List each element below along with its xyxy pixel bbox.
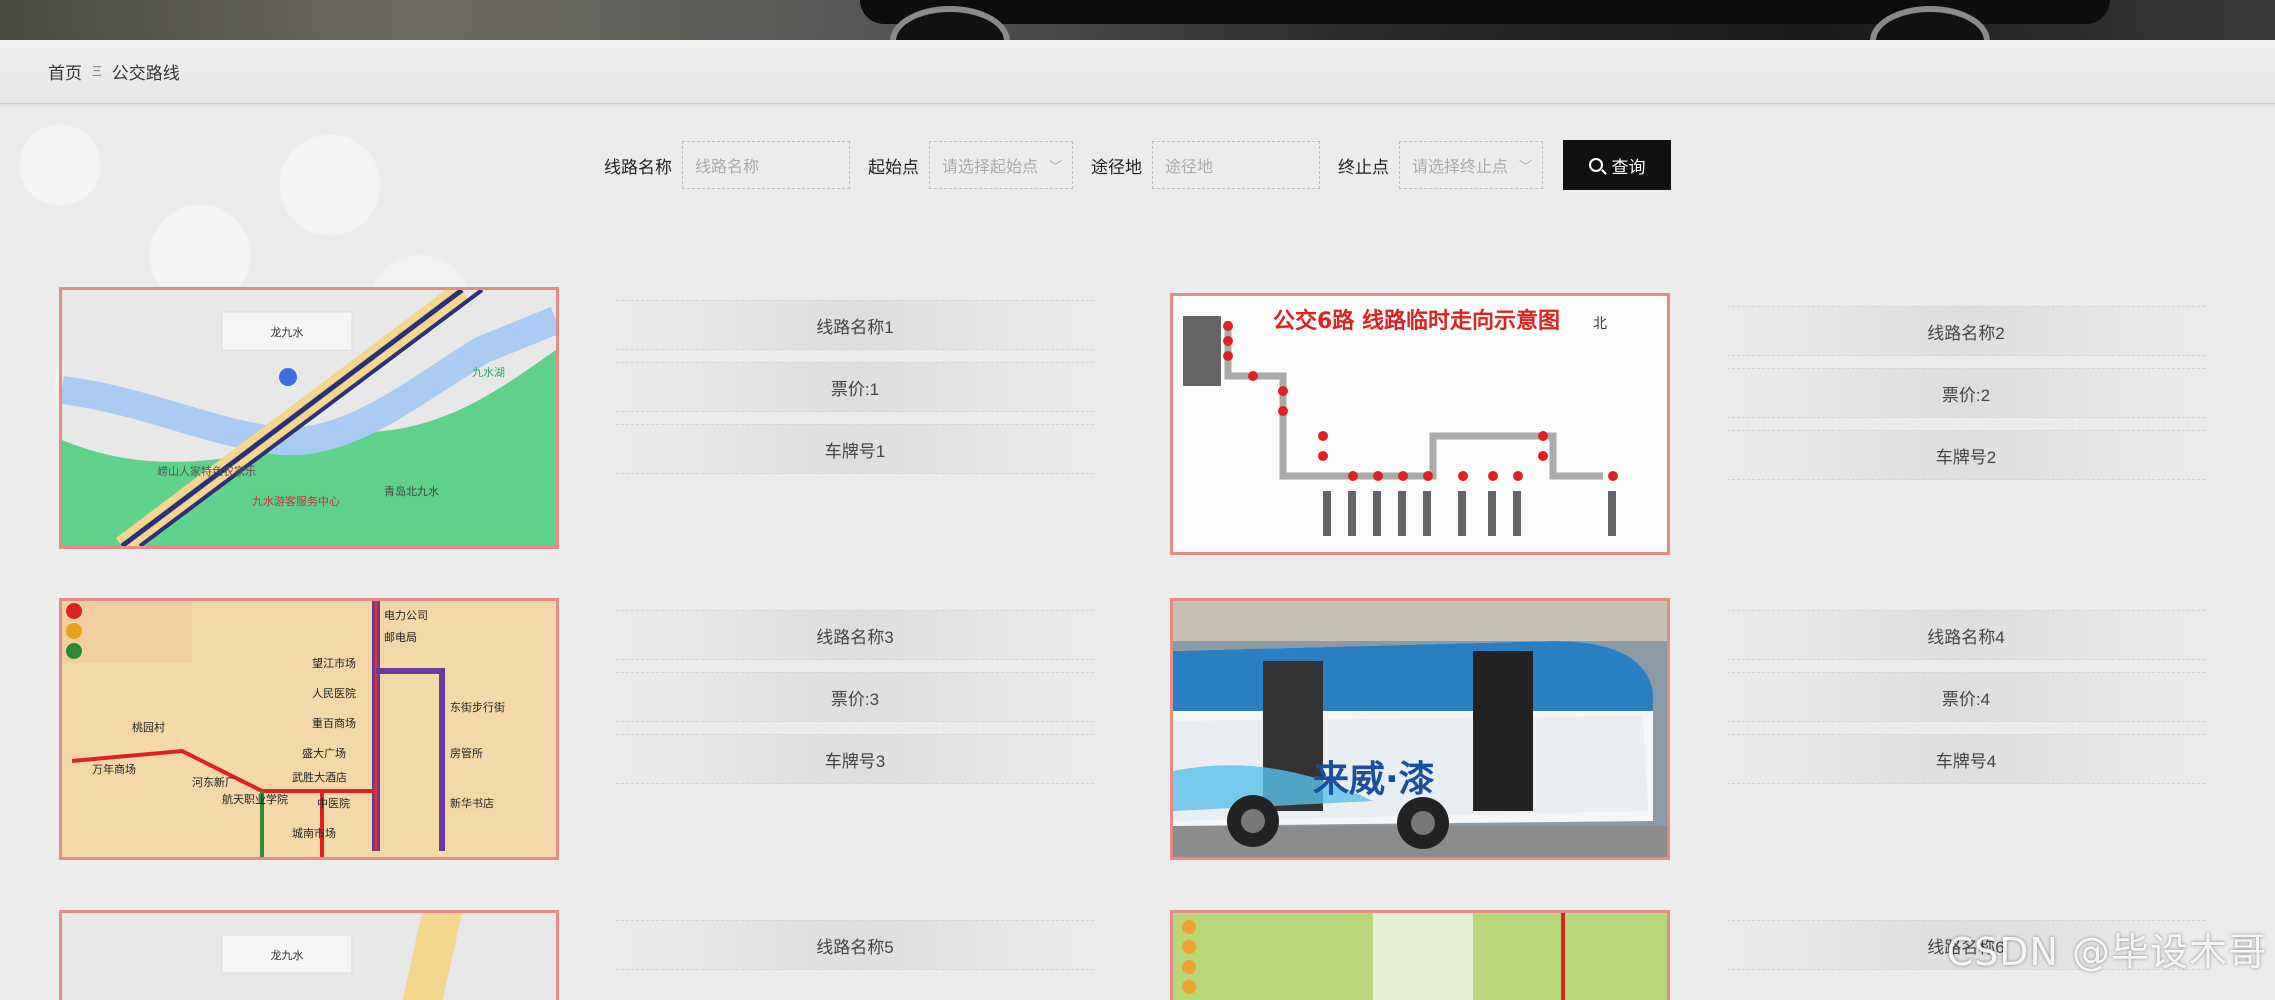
svg-text:房管所: 房管所 [450, 746, 483, 760]
via-input[interactable]: 途径地 [1152, 141, 1320, 189]
route-name[interactable]: 线路名称1 [616, 300, 1094, 350]
route-plate: 车牌号3 [616, 734, 1094, 784]
route-name[interactable]: 线路名称4 [1727, 610, 2205, 660]
svg-text:桃园村: 桃园村 [132, 720, 165, 734]
svg-text:重百商场: 重百商场 [312, 716, 356, 730]
route-price: 票价:3 [616, 672, 1094, 722]
svg-text:盛大广场: 盛大广场 [302, 746, 346, 760]
route-image-6[interactable] [1170, 910, 1670, 1000]
svg-text:万年商场: 万年商场 [92, 762, 136, 776]
chevron-down-icon: ﹀ [1049, 156, 1062, 175]
breadcrumb-home[interactable]: 首页 [48, 59, 82, 84]
map-label-4: 九水游客服务中心 [252, 494, 340, 508]
svg-text:城南市场: 城南市场 [292, 826, 336, 840]
route-info-3: 线路名称3 票价:3 车牌号3 [616, 610, 1094, 796]
chevron-down-icon: ﹀ [1519, 156, 1532, 175]
route-plate: 车牌号1 [616, 424, 1094, 474]
route-image-2[interactable]: 公交6路 线路临时走向示意图 北 [1170, 293, 1670, 555]
route-image-3[interactable]: 电力公司 邮电局 望江市场 人民医院 重百商场 盛大广场 东街步行街 房管所 新… [59, 598, 559, 860]
route-name[interactable]: 线路名称3 [616, 610, 1094, 660]
route-image-1[interactable]: 龙九水 九水湖 崂山人家特色农家乐 青岛北九水 九水游客服务中心 [59, 287, 559, 549]
breadcrumb-separator: Ξ [92, 63, 102, 80]
route-info-4: 线路名称4 票价:4 车牌号4 [1727, 610, 2205, 796]
breadcrumb: 首页 Ξ 公交路线 [0, 40, 2275, 104]
route-info-2: 线路名称2 票价:2 车牌号2 [1727, 306, 2205, 492]
svg-text:河东新厂: 河东新厂 [192, 775, 236, 789]
route-name-label: 线路名称 [604, 153, 672, 178]
route-price: 票价:2 [1727, 368, 2205, 418]
hero-banner [0, 0, 2275, 40]
route-image-4[interactable]: 来威·漆 [1170, 598, 1670, 860]
svg-text:邮电局: 邮电局 [384, 631, 417, 644]
route-price: 票价:1 [616, 362, 1094, 412]
end-select[interactable]: 请选择终止点 ﹀ [1399, 141, 1543, 189]
search-icon [1589, 158, 1603, 172]
watermark: CSDN @毕设木哥 [1947, 921, 2267, 976]
route-image-5[interactable]: 龙九水 [59, 910, 559, 1000]
search-form: 线路名称 线路名称 起始点 请选择起始点 ﹀ 途径地 途径地 终止点 请选择终止… [604, 140, 1671, 190]
route-name[interactable]: 线路名称2 [1727, 306, 2205, 356]
route-name-input[interactable]: 线路名称 [682, 141, 850, 189]
map-label-2: 崂山人家特色农家乐 [157, 464, 256, 478]
end-label: 终止点 [1338, 153, 1389, 178]
svg-text:东街步行街: 东街步行街 [450, 700, 505, 714]
map-label-0: 龙九水 [271, 326, 304, 339]
svg-text:望江市场: 望江市场 [312, 656, 356, 670]
svg-text:电力公司: 电力公司 [384, 609, 428, 622]
svg-text:武胜大酒店: 武胜大酒店 [292, 770, 347, 784]
route-plate: 车牌号4 [1727, 734, 2205, 784]
route-info-5: 线路名称5 [616, 920, 1094, 982]
svg-text:龙九水: 龙九水 [271, 949, 304, 962]
search-button[interactable]: 查询 [1563, 140, 1671, 190]
svg-text:新华书店: 新华书店 [450, 796, 494, 810]
map-label-3: 青岛北九水 [384, 484, 439, 498]
svg-text:人民医院: 人民医院 [312, 686, 356, 700]
via-label: 途径地 [1091, 153, 1142, 178]
start-select[interactable]: 请选择起始点 ﹀ [929, 141, 1073, 189]
north-marker: 北 [1593, 316, 1607, 332]
svg-text:中医院: 中医院 [317, 796, 350, 810]
bus-side-text: 来威·漆 [1313, 759, 1435, 800]
map-label-1: 九水湖 [472, 366, 505, 379]
svg-text:航天职业学院: 航天职业学院 [222, 792, 288, 806]
start-label: 起始点 [868, 153, 919, 178]
breadcrumb-current: 公交路线 [112, 59, 180, 84]
route-info-1: 线路名称1 票价:1 车牌号1 [616, 300, 1094, 486]
route-plate: 车牌号2 [1727, 430, 2205, 480]
route-price: 票价:4 [1727, 672, 2205, 722]
route6-title: 公交6路 线路临时走向示意图 [1273, 308, 1560, 334]
route-name[interactable]: 线路名称5 [616, 920, 1094, 970]
